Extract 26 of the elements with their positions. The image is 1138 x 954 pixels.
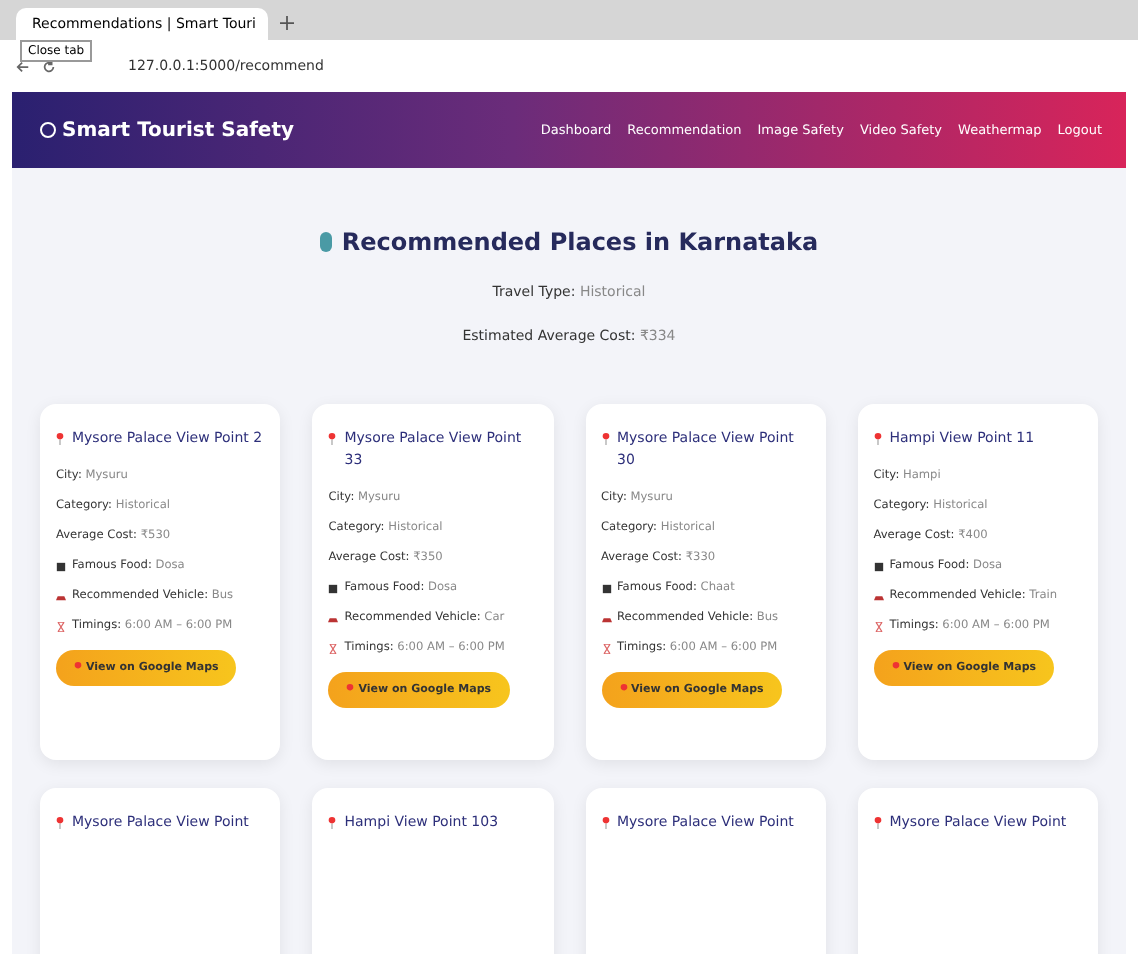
hourglass-icon: [601, 643, 611, 654]
food-icon: [328, 583, 339, 594]
pin-icon: [346, 684, 355, 697]
hourglass-icon: [56, 621, 66, 632]
new-tab-icon[interactable]: [280, 16, 294, 30]
page-title: Recommended Places in Karnataka: [341, 228, 819, 256]
pin-icon: [56, 816, 64, 830]
pin-icon: [328, 816, 337, 830]
food-icon: [873, 561, 884, 572]
pin-icon: [601, 432, 609, 446]
brand-link[interactable]: Smart Tourist Safety: [62, 119, 295, 141]
circle-icon: [40, 122, 56, 138]
food-icon: [56, 561, 66, 572]
hourglass-icon: [328, 643, 339, 654]
reload-icon[interactable]: [42, 59, 56, 73]
pin-icon: [74, 662, 82, 675]
pin-icon: [873, 432, 882, 446]
hourglass-icon: [873, 621, 884, 632]
pin-icon: [873, 816, 882, 830]
pin-icon: [328, 432, 337, 446]
food-icon: [601, 583, 611, 594]
pin-icon: [56, 432, 64, 446]
back-icon[interactable]: [16, 59, 30, 73]
pin-icon: [891, 662, 900, 675]
pin-icon: [619, 684, 627, 697]
pin-icon: [601, 816, 609, 830]
